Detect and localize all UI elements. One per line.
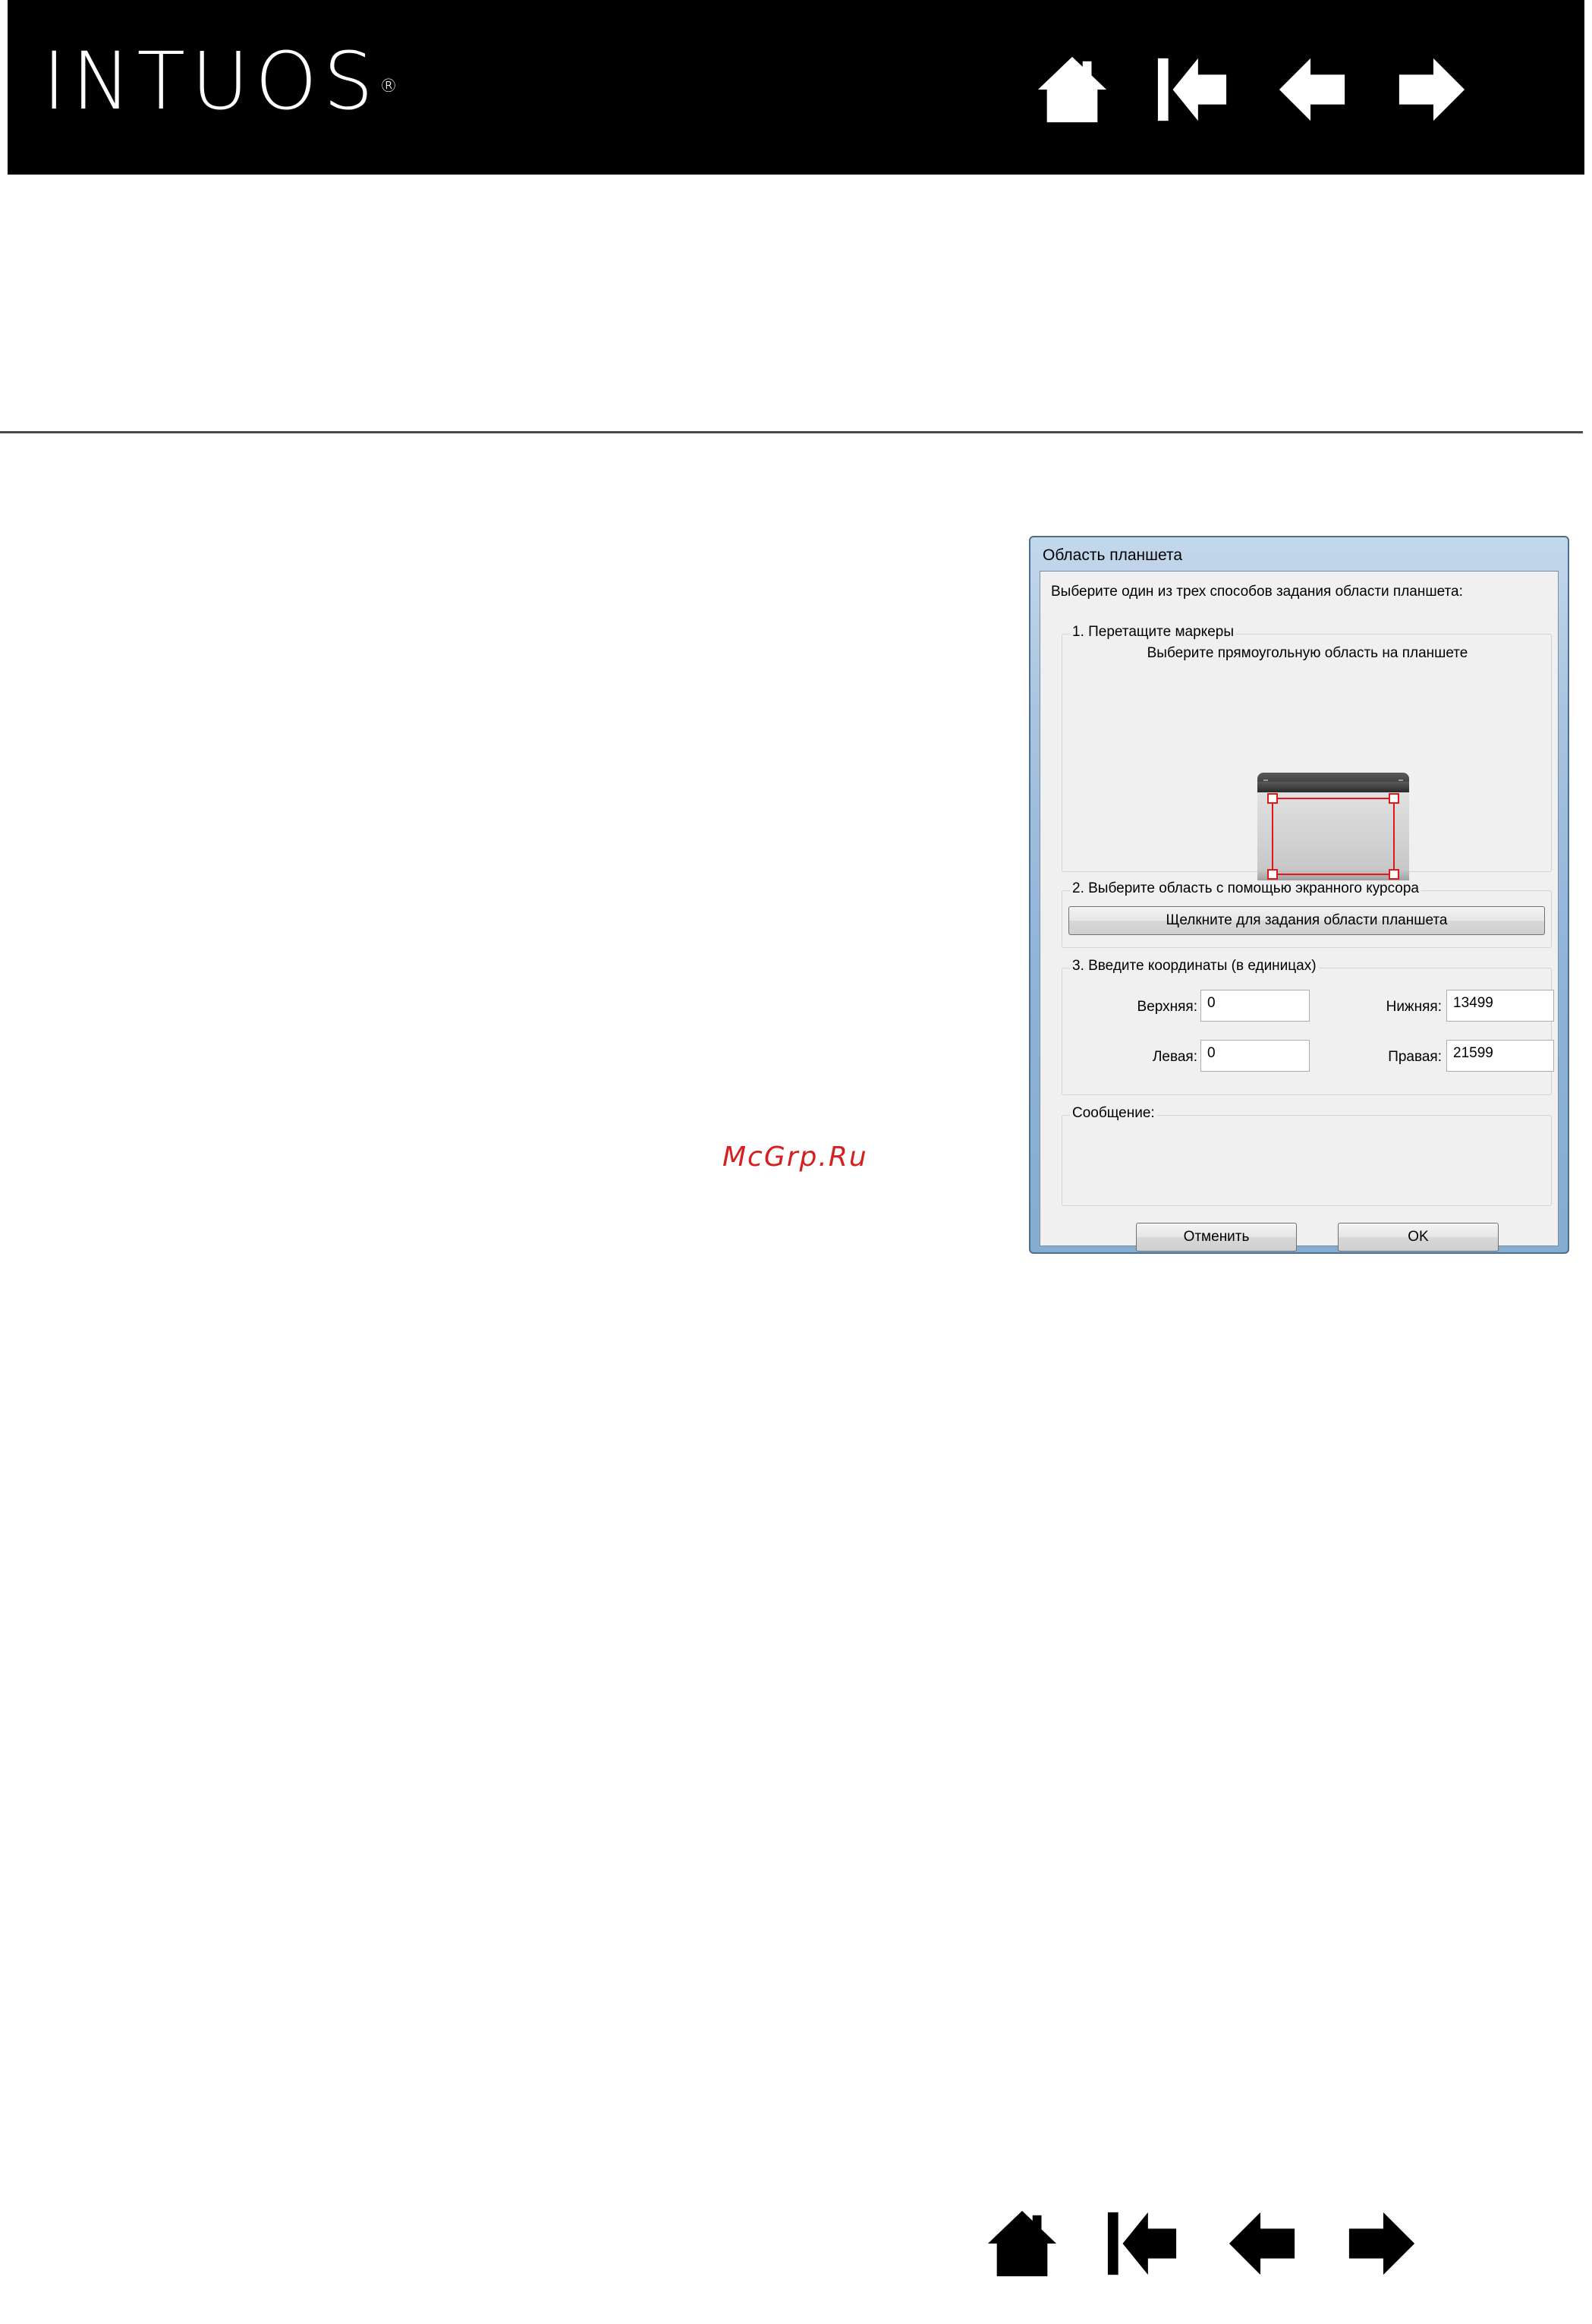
right-coordinate-input[interactable]: 21599 [1446,1040,1554,1072]
intuos-logo: INTUOS® [42,35,398,128]
tablet-area-dialog: Область планшета Выберите один из трех с… [1029,536,1569,1254]
previous-page-icon [1279,58,1345,121]
watermark: McGrp.Ru [722,1142,868,1173]
first-page-button[interactable] [1105,2204,1179,2283]
first-page-button[interactable] [1155,50,1229,129]
registered-mark: ® [379,75,398,96]
left-label: Левая: [1152,1049,1197,1065]
coordinates-legend: 3. Введите координаты (в единицах) [1070,958,1319,975]
home-icon [1037,56,1107,123]
top-navigation [1035,50,1469,129]
bottom-label: Нижняя: [1386,999,1442,1015]
drag-markers-legend: 1. Перетащите маркеры [1070,624,1236,641]
bottom-navigation [985,2204,1419,2283]
next-page-icon [1348,2212,1415,2275]
previous-page-icon [1229,2212,1295,2275]
first-page-icon [1157,58,1227,121]
next-page-icon [1399,58,1465,121]
ok-button[interactable]: OK [1338,1223,1499,1252]
dialog-client-area: Выберите один из трех способов задания о… [1040,571,1559,1252]
horizontal-rule [0,431,1583,433]
coordinates-group: 3. Введите координаты (в единицах) Верхн… [1062,958,1554,1095]
message-legend: Сообщение: [1070,1105,1157,1122]
tablet-preview-image[interactable] [1256,771,1411,890]
previous-page-button[interactable] [1275,50,1349,129]
home-icon [987,2210,1057,2277]
set-tablet-area-button[interactable]: Щелкните для задания области планшета [1068,906,1545,935]
message-group: Сообщение: [1062,1105,1552,1206]
next-page-button[interactable] [1395,50,1469,129]
bottom-coordinate-input[interactable]: 13499 [1446,990,1554,1022]
select-area-hint: Выберите прямоугольную область на планше… [1147,645,1468,661]
first-page-icon [1107,2212,1177,2275]
drag-markers-group: 1. Перетащите маркеры Выберите прямоугол… [1062,624,1552,886]
screen-cursor-legend: 2. Выберите область с помощью экранного … [1070,880,1422,897]
left-coordinate-input[interactable]: 0 [1200,1040,1310,1072]
top-coordinate-input[interactable]: 0 [1200,990,1310,1022]
dialog-instruction: Выберите один из трех способов задания о… [1051,584,1463,600]
top-label: Верхняя: [1137,999,1197,1015]
header-bar: INTUOS® [8,0,1584,175]
previous-page-button[interactable] [1225,2204,1299,2283]
dialog-title: Область планшета [1043,546,1183,564]
cancel-button[interactable]: Отменить [1136,1223,1297,1252]
home-button[interactable] [1035,50,1109,129]
right-label: Правая: [1388,1049,1442,1065]
home-button[interactable] [985,2204,1059,2283]
screen-cursor-group: 2. Выберите область с помощью экранного … [1062,880,1552,948]
next-page-button[interactable] [1345,2204,1419,2283]
